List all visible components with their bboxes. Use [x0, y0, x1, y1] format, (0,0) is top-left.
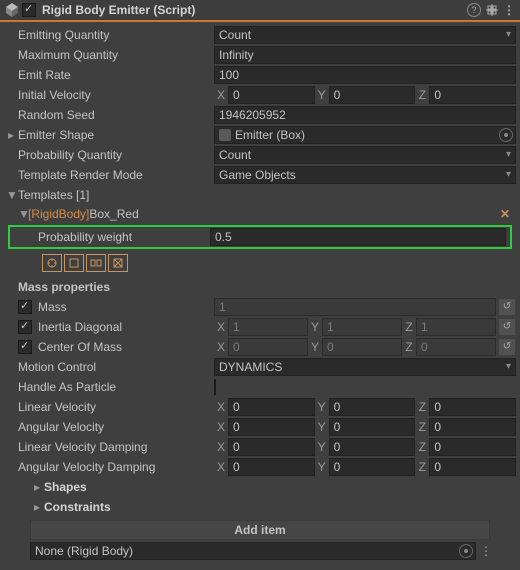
reset-button[interactable]: ↺: [498, 338, 516, 356]
random-seed-label: Random Seed: [4, 108, 214, 122]
axis-y-label: Y: [315, 86, 329, 104]
lvd-z[interactable]: 0: [429, 438, 516, 456]
template-item-header[interactable]: ▼ [RigidBody] Box_Red ✕: [4, 204, 516, 224]
initial-velocity-z[interactable]: 0: [429, 86, 516, 104]
emit-rate-field[interactable]: 100: [214, 66, 516, 84]
reset-button[interactable]: ↺: [498, 318, 516, 336]
template-name: Box_Red: [89, 207, 138, 221]
probability-quantity-dropdown[interactable]: Count: [214, 146, 516, 164]
handle-as-particle-checkbox[interactable]: [214, 379, 216, 395]
templates-foldout[interactable]: ▼Templates [1]: [4, 188, 214, 202]
box-icon: [219, 129, 231, 141]
expand-icon: ▼: [6, 188, 16, 202]
tool-button-4[interactable]: [108, 254, 128, 272]
random-seed-field[interactable]: 1946205952: [214, 106, 516, 124]
probability-quantity-label: Probability Quantity: [4, 148, 214, 162]
preset-icon[interactable]: [485, 3, 499, 17]
motion-control-dropdown[interactable]: DYNAMICS: [214, 358, 516, 376]
component-icon: [4, 2, 22, 18]
tool-button-1[interactable]: [42, 254, 62, 272]
motion-control-label: Motion Control: [4, 360, 214, 374]
rigid-body-emitter-component: Rigid Body Emitter (Script) ? ⋮ Emitting…: [0, 0, 520, 570]
add-item-button[interactable]: Add item: [30, 520, 490, 540]
emitting-quantity-label: Emitting Quantity: [4, 28, 214, 42]
lvd-label: Linear Velocity Damping: [4, 440, 214, 454]
component-enable-checkbox[interactable]: [22, 3, 36, 17]
reset-button[interactable]: ↺: [498, 298, 516, 316]
avd-z[interactable]: 0: [429, 458, 516, 476]
lv-x[interactable]: 0: [228, 398, 315, 416]
lv-z[interactable]: 0: [429, 398, 516, 416]
component-title: Rigid Body Emitter (Script): [42, 3, 467, 17]
help-icon[interactable]: ?: [467, 3, 481, 17]
initial-velocity-x[interactable]: 0: [228, 86, 315, 104]
expand-icon: ▼: [18, 207, 28, 221]
template-tool-icons: [4, 250, 516, 276]
maximum-quantity-field[interactable]: Infinity: [214, 46, 516, 64]
handle-as-particle-label: Handle As Particle: [4, 380, 214, 394]
inertia-x[interactable]: 1: [228, 318, 308, 336]
com-row: Center Of Mass: [4, 337, 214, 356]
com-x[interactable]: 0: [228, 338, 308, 356]
expand-icon: ▸: [32, 480, 42, 494]
initial-velocity-label: Initial Velocity: [4, 88, 214, 102]
lv-y[interactable]: 0: [329, 398, 416, 416]
probability-weight-field[interactable]: 0.5: [210, 228, 506, 246]
mass-properties-label: Mass properties: [4, 280, 214, 294]
object-picker-icon[interactable]: [499, 128, 513, 142]
template-render-mode-label: Template Render Mode: [4, 168, 214, 182]
emitter-shape-objref[interactable]: Emitter (Box): [214, 126, 516, 144]
constraints-foldout[interactable]: ▸Constraints: [4, 500, 214, 514]
more-icon[interactable]: ⋮: [480, 544, 490, 558]
mass-row: Mass: [4, 297, 214, 316]
av-y[interactable]: 0: [329, 418, 416, 436]
av-x[interactable]: 0: [228, 418, 315, 436]
tool-button-2[interactable]: [64, 254, 84, 272]
template-render-mode-dropdown[interactable]: Game Objects: [214, 166, 516, 184]
template-type-tag: [RigidBody]: [28, 207, 89, 221]
tool-button-3[interactable]: [86, 254, 106, 272]
lvd-x[interactable]: 0: [228, 438, 315, 456]
axis-z-label: Z: [415, 86, 429, 104]
angular-velocity-label: Angular Velocity: [4, 420, 214, 434]
inertia-row: Inertia Diagonal: [4, 317, 214, 336]
probability-weight-row: Probability weight 0.5: [8, 225, 512, 249]
rigid-body-objref[interactable]: None (Rigid Body): [30, 542, 476, 560]
inertia-z[interactable]: 1: [416, 318, 496, 336]
expand-icon: ▸: [32, 500, 42, 514]
probability-weight-label: Probability weight: [14, 230, 210, 244]
emit-rate-label: Emit Rate: [4, 68, 214, 82]
avd-label: Angular Velocity Damping: [4, 460, 214, 474]
component-header[interactable]: Rigid Body Emitter (Script) ? ⋮: [0, 0, 520, 22]
mass-field[interactable]: 1: [214, 298, 496, 316]
lvd-y[interactable]: 0: [329, 438, 416, 456]
avd-x[interactable]: 0: [228, 458, 315, 476]
avd-y[interactable]: 0: [329, 458, 416, 476]
menu-icon[interactable]: ⋮: [503, 3, 516, 17]
av-z[interactable]: 0: [429, 418, 516, 436]
inertia-checkbox[interactable]: [18, 320, 32, 334]
axis-x-label: X: [214, 86, 228, 104]
com-z[interactable]: 0: [416, 338, 496, 356]
expand-icon: ▸: [6, 128, 16, 142]
emitter-shape-label[interactable]: ▸Emitter Shape: [4, 128, 214, 142]
emitting-quantity-dropdown[interactable]: Count: [214, 26, 516, 44]
object-picker-icon[interactable]: [459, 544, 473, 558]
com-checkbox[interactable]: [18, 340, 32, 354]
initial-velocity-y[interactable]: 0: [329, 86, 416, 104]
shapes-foldout[interactable]: ▸Shapes: [4, 480, 214, 494]
com-y[interactable]: 0: [322, 338, 402, 356]
mass-checkbox[interactable]: [18, 300, 32, 314]
maximum-quantity-label: Maximum Quantity: [4, 48, 214, 62]
remove-template-button[interactable]: ✕: [500, 207, 510, 221]
linear-velocity-label: Linear Velocity: [4, 400, 214, 414]
inertia-y[interactable]: 1: [322, 318, 402, 336]
